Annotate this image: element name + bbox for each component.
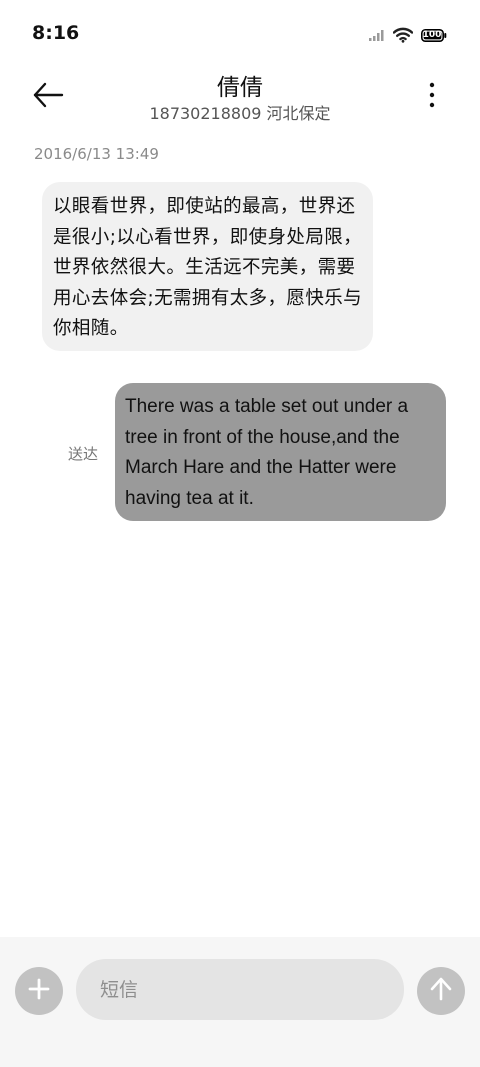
battery-icon: 100 <box>421 28 447 42</box>
message-input[interactable] <box>76 959 404 1020</box>
send-button[interactable] <box>417 967 465 1015</box>
status-time: 8:16 <box>32 22 80 44</box>
status-bar: 8:16 100 <box>0 0 480 66</box>
delivery-status: 送达 <box>68 445 99 463</box>
arrow-up-icon <box>429 976 453 1006</box>
signal-bars-icon <box>369 29 385 41</box>
wifi-icon <box>393 27 413 43</box>
incoming-message-bubble[interactable]: 以眼看世界，即使站的最高，世界还是很小;以心看世界，即使身处局限，世界依然很大。… <box>42 182 373 351</box>
more-vertical-icon <box>422 82 442 114</box>
add-attachment-button[interactable] <box>15 967 63 1015</box>
contact-subtitle: 18730218809 河北保定 <box>149 104 331 123</box>
status-icons: 100 <box>369 24 447 46</box>
outgoing-message-bubble[interactable]: There was a table set out under a tree i… <box>115 383 446 521</box>
more-options-button[interactable] <box>422 80 442 110</box>
message-timestamp: 2016/6/13 13:49 <box>34 145 159 163</box>
input-bar <box>0 937 480 1067</box>
battery-level: 100 <box>422 29 442 40</box>
contact-name[interactable]: 倩倩 <box>0 68 480 102</box>
plus-icon <box>28 978 50 1004</box>
conversation-header: 倩倩 18730218809 河北保定 <box>0 66 480 130</box>
